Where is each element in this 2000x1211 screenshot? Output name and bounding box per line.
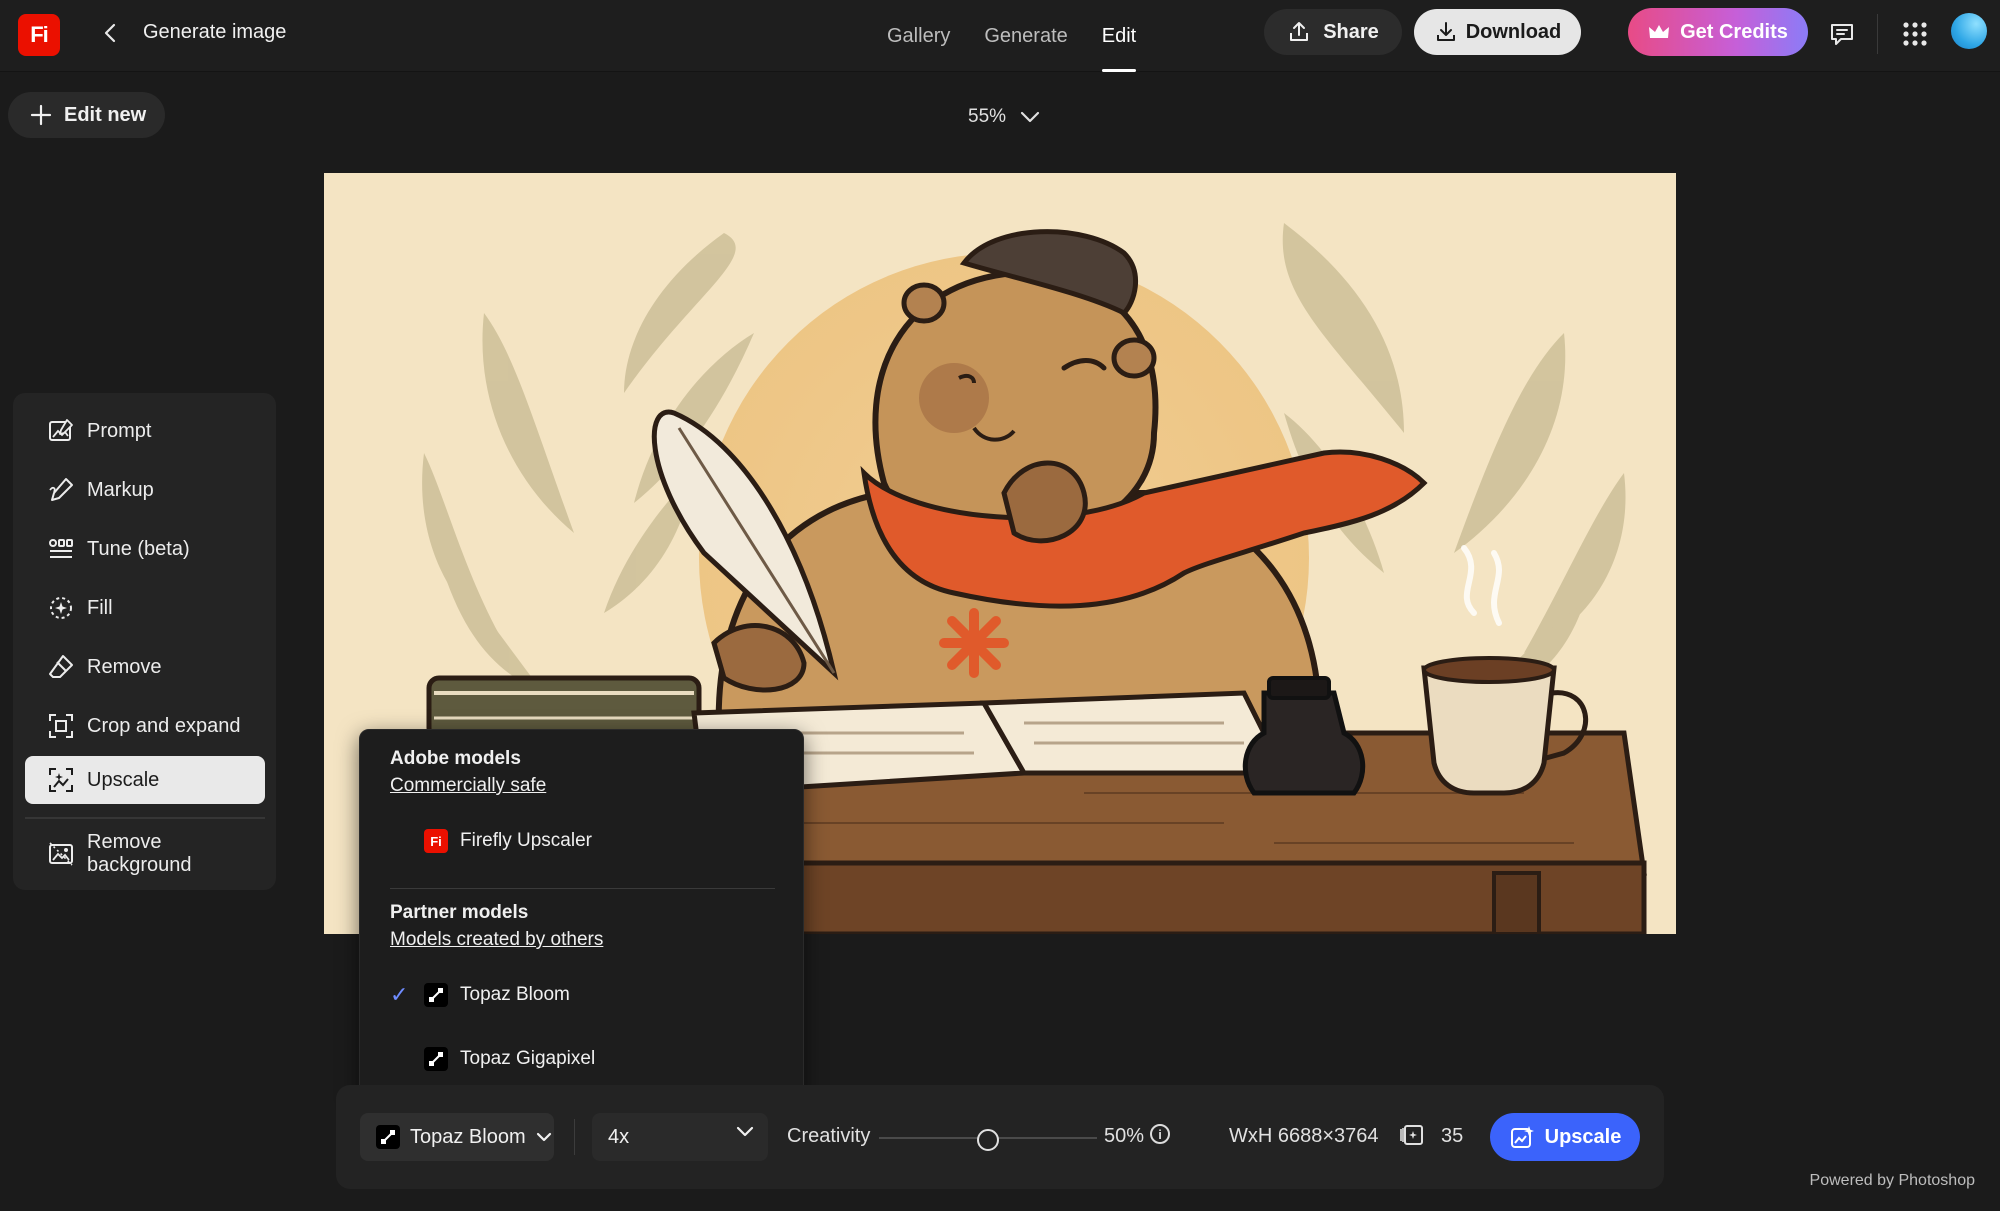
tool-label: Tune (beta) xyxy=(87,537,190,560)
scale-select[interactable]: 4x xyxy=(592,1113,768,1161)
chevron-down-icon xyxy=(1020,111,1040,123)
tool-label: Remove background xyxy=(87,831,192,876)
info-icon[interactable]: i xyxy=(1150,1124,1170,1144)
prompt-icon xyxy=(49,419,73,441)
crown-icon xyxy=(1649,25,1670,38)
header-divider xyxy=(1877,14,1878,54)
remove-icon xyxy=(49,655,73,678)
get-credits-label: Get Credits xyxy=(1680,20,1788,43)
menu-divider xyxy=(390,888,775,889)
model-option-topaz-bloom[interactable]: ✓ Topaz Bloom xyxy=(390,970,780,1020)
model-select[interactable]: Topaz Bloom xyxy=(360,1113,554,1161)
tab-edit[interactable]: Edit xyxy=(1085,0,1153,72)
checkmark-icon: ✓ xyxy=(390,982,409,1007)
model-select-value: Topaz Bloom xyxy=(410,1125,526,1148)
apps-grid-icon xyxy=(1903,22,1927,46)
creativity-slider-thumb[interactable] xyxy=(977,1129,999,1151)
main-nav: Gallery Generate Edit xyxy=(870,0,1153,72)
tool-fill[interactable]: Fill xyxy=(25,584,265,632)
logo-text: Fi xyxy=(30,22,49,47)
tool-remove-background[interactable]: Remove background xyxy=(25,830,265,878)
edit-tools-panel: Prompt Markup Tune (beta) Fill Remove Cr… xyxy=(13,393,276,890)
model-dropdown-menu: Adobe models Commercially safe Fi Firefl… xyxy=(359,729,804,1101)
toolbar-separator xyxy=(574,1119,575,1155)
upscale-toolbar: Topaz Bloom 4x Creativity 50% i WxH 6688… xyxy=(336,1085,1664,1189)
fill-icon xyxy=(50,597,72,619)
tool-label: Markup xyxy=(87,478,154,501)
download-button[interactable]: Download xyxy=(1414,9,1581,55)
model-option-topaz-gigapixel[interactable]: Topaz Gigapixel xyxy=(390,1034,780,1084)
adobe-models-heading: Adobe models xyxy=(390,748,521,769)
markup-icon xyxy=(49,478,73,501)
download-label: Download xyxy=(1465,20,1562,43)
tool-label: Prompt xyxy=(87,419,152,442)
share-button[interactable]: Share xyxy=(1264,9,1402,55)
tool-label: Crop and expand xyxy=(87,714,241,737)
topaz-icon xyxy=(424,983,448,1007)
tool-remove[interactable]: Remove xyxy=(25,643,265,691)
tune-icon xyxy=(49,539,73,558)
avatar[interactable] xyxy=(1951,13,1987,49)
remove-background-icon xyxy=(49,842,73,866)
creativity-value: 50% xyxy=(1104,1125,1145,1147)
firefly-icon: Fi xyxy=(424,829,448,853)
share-icon xyxy=(1290,22,1309,41)
firefly-logo[interactable]: Fi xyxy=(18,14,60,56)
output-dimensions: WxH 6688×3764 xyxy=(1229,1125,1379,1147)
zoom-value: 55% xyxy=(968,106,1007,127)
back-icon xyxy=(104,23,116,43)
upscale-icon xyxy=(1510,1126,1534,1148)
chevron-down-icon xyxy=(736,1126,754,1137)
chevron-down-icon xyxy=(536,1132,551,1142)
model-option-firefly-upscaler[interactable]: Fi Firefly Upscaler xyxy=(390,816,780,866)
tool-prompt[interactable]: Prompt xyxy=(25,407,265,455)
tab-gallery[interactable]: Gallery xyxy=(870,0,967,72)
topaz-icon xyxy=(424,1047,448,1071)
top-bar: Fi Generate image Gallery Generate Edit … xyxy=(0,0,2000,72)
tool-upscale[interactable]: Upscale xyxy=(25,756,265,804)
page-title: Generate image xyxy=(143,21,287,43)
topaz-icon xyxy=(376,1125,400,1149)
models-created-by-others-link[interactable]: Models created by others xyxy=(390,929,603,951)
tool-tune[interactable]: Tune (beta) xyxy=(25,525,265,573)
credit-cost: 35 xyxy=(1441,1125,1464,1147)
apps-button[interactable] xyxy=(1895,14,1935,54)
powered-by-label: Powered by Photoshop xyxy=(1809,1172,1975,1189)
share-label: Share xyxy=(1323,20,1379,43)
edit-new-button[interactable]: Edit new xyxy=(8,92,165,138)
commercially-safe-link[interactable]: Commercially safe xyxy=(390,775,546,797)
creativity-label: Creativity xyxy=(787,1125,871,1147)
scale-select-value: 4x xyxy=(608,1125,630,1148)
plus-icon xyxy=(30,104,52,126)
tool-label: Fill xyxy=(87,596,113,619)
crop-expand-icon xyxy=(49,714,73,738)
back-button[interactable] xyxy=(96,18,126,48)
model-option-label: Topaz Gigapixel xyxy=(460,1048,596,1069)
tool-label: Upscale xyxy=(87,768,160,791)
tool-label: Remove xyxy=(87,655,162,678)
edit-new-label: Edit new xyxy=(64,103,147,126)
tool-markup[interactable]: Markup xyxy=(25,466,265,514)
feedback-button[interactable] xyxy=(1822,14,1862,54)
firefly-icon-text: Fi xyxy=(430,833,442,849)
model-option-label: Topaz Bloom xyxy=(460,984,570,1005)
download-icon xyxy=(1436,22,1455,41)
model-option-label: Firefly Upscaler xyxy=(460,830,592,851)
upscale-button-label: Upscale xyxy=(1544,1125,1622,1148)
zoom-control[interactable]: 55% xyxy=(968,106,1040,128)
tool-crop-expand[interactable]: Crop and expand xyxy=(25,702,265,750)
partner-models-heading: Partner models xyxy=(390,902,529,923)
generative-credits-icon xyxy=(1400,1125,1423,1145)
get-credits-button[interactable]: Get Credits xyxy=(1628,8,1808,56)
upscale-icon xyxy=(49,768,73,792)
upscale-button[interactable]: Upscale xyxy=(1490,1113,1640,1161)
feedback-icon xyxy=(1831,24,1853,45)
tools-divider xyxy=(25,817,265,819)
tab-generate[interactable]: Generate xyxy=(967,0,1084,72)
